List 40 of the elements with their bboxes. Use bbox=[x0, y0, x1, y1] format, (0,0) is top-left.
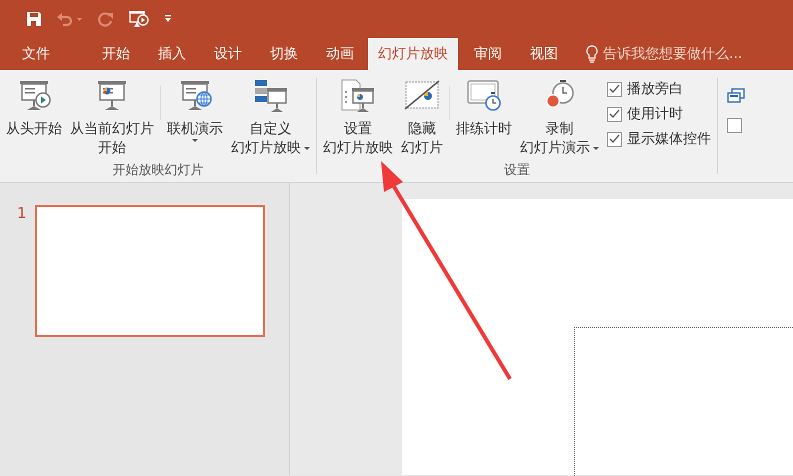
ribbon-tab[interactable]: 切换 bbox=[256, 38, 312, 70]
timer-screen-icon bbox=[466, 78, 502, 114]
monitors-icon[interactable] bbox=[727, 88, 745, 104]
customize-menu-icon[interactable] bbox=[164, 15, 172, 23]
ribbon-tab[interactable]: 开始 bbox=[88, 38, 144, 70]
group-label: 设置 bbox=[503, 162, 531, 180]
checkbox[interactable] bbox=[607, 132, 622, 146]
checkbox-label: 播放旁白 bbox=[627, 80, 683, 98]
ribbon-button[interactable]: 设置 幻灯片放映 bbox=[319, 74, 397, 160]
checkbox[interactable] bbox=[607, 106, 622, 122]
ribbon-button[interactable]: 录制 幻灯片演示 bbox=[516, 74, 603, 160]
slide-thumbnail[interactable] bbox=[34, 205, 265, 337]
ribbon-button[interactable]: 从当前幻灯片 开始 bbox=[66, 74, 158, 160]
caret-icon bbox=[304, 146, 310, 150]
ribbon-tab[interactable]: 视图 bbox=[516, 38, 572, 70]
checkbox[interactable] bbox=[607, 82, 622, 96]
ribbon-button[interactable]: 从头开始 bbox=[2, 74, 66, 160]
custom-show-icon bbox=[252, 78, 288, 114]
checkbox-label: 使用计时 bbox=[627, 105, 683, 123]
slideshow-icon[interactable] bbox=[128, 10, 150, 28]
setup-show-icon bbox=[340, 78, 376, 114]
ribbon-button[interactable]: 排练计时 bbox=[452, 74, 516, 160]
ribbon-tab[interactable]: 设计 bbox=[200, 38, 256, 70]
checkbox-label: 显示媒体控件 bbox=[627, 130, 711, 148]
ribbon-button[interactable]: 隐藏 幻灯片 bbox=[397, 74, 447, 160]
ribbon-button[interactable]: 自定义 幻灯片放映 bbox=[227, 74, 314, 160]
ribbon-button[interactable]: 联机演示 bbox=[163, 74, 227, 160]
save-icon[interactable] bbox=[26, 11, 42, 27]
ribbon-tab[interactable]: 动画 bbox=[312, 38, 368, 70]
ribbon-tab[interactable]: 文件 bbox=[8, 38, 64, 70]
slide-number: 1 bbox=[17, 205, 27, 224]
group-label: 开始放映幻灯片 bbox=[112, 162, 204, 180]
ribbon-tab[interactable]: 审阅 bbox=[460, 38, 516, 70]
ribbon-tab[interactable]: 插入 bbox=[144, 38, 200, 70]
lightbulb-icon bbox=[586, 45, 598, 63]
ribbon-tab[interactable]: 幻灯片放映 bbox=[368, 38, 458, 70]
caret-icon bbox=[192, 139, 198, 143]
tell-me-field[interactable]: 告诉我您想要做什么... bbox=[586, 38, 742, 70]
checkbox[interactable] bbox=[727, 118, 742, 133]
caret-icon bbox=[593, 146, 599, 150]
